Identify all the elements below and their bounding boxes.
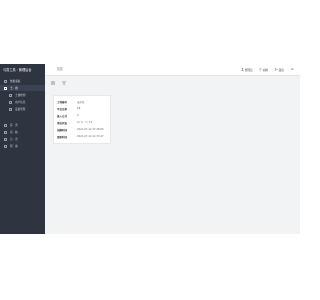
detail-row: 接入方式 0 xyxy=(57,113,79,118)
detail-row: 土地编号 未命名 xyxy=(57,99,85,104)
user-icon xyxy=(9,100,12,104)
sidebar-title: 弓箭工具 · 管理后台 xyxy=(3,68,32,72)
sidebar-item-devices[interactable]: 设备管理 xyxy=(0,106,45,112)
detail-value: 未命名 xyxy=(77,100,85,104)
content-toolbar xyxy=(45,78,300,87)
logout-label: 退出 xyxy=(278,68,284,72)
user-icon xyxy=(241,68,244,71)
sidebar-item-tasks[interactable]: 任 · 务 xyxy=(0,122,45,128)
task-icon xyxy=(4,123,7,127)
sidebar-item-label: 日 · 志 xyxy=(10,138,18,141)
logout-icon xyxy=(275,68,278,71)
detail-row: 更新时间 2021-07-14 11:33:47 xyxy=(57,134,104,139)
switch-button[interactable]: 切换 xyxy=(259,68,268,72)
sidebar-item-system[interactable]: 系 · 统 xyxy=(0,129,45,135)
sidebar-item-users[interactable]: 用户信息 xyxy=(0,99,45,105)
detail-key: 平台名称 xyxy=(57,107,68,111)
sidebar-item-label: 土 · 用 xyxy=(10,87,18,90)
filter-icon[interactable] xyxy=(62,81,66,85)
log-icon xyxy=(4,137,7,141)
detail-key: 接入方式 xyxy=(57,114,68,118)
soil-icon xyxy=(9,93,12,97)
sidebar-item-label: 设备管理 xyxy=(15,108,26,111)
detail-value: 2021-07-14 11:33:47 xyxy=(77,135,104,138)
detail-key: 创建时间 xyxy=(57,128,68,132)
detail-key: 更新时间 xyxy=(57,135,68,139)
sidebar-item-land[interactable]: 土 · 用 xyxy=(0,85,45,91)
user-menu-button[interactable]: 管理员 xyxy=(241,68,253,72)
app-window: 弓箭工具 · 管理后台 数据看板 土 · 用 土壤检测 用户信息 设备管理 任 … xyxy=(0,64,300,234)
detail-key: 地址状态 xyxy=(57,121,68,125)
detail-row: 地址状态 0 / 4 · 7 / 13 xyxy=(57,120,92,125)
user-label: 管理员 xyxy=(244,68,253,72)
sidebar-item-help[interactable]: 帮 · 助 xyxy=(0,143,45,149)
detail-row: 平台名称 1B xyxy=(57,106,80,111)
detail-value: 2021-07-12 17:28:06 xyxy=(77,128,104,131)
top-bar: 首页 管理员 切换 退出 xyxy=(45,64,300,76)
sidebar-item-label: 土壤检测 xyxy=(15,94,26,97)
detail-key: 土地编号 xyxy=(57,100,68,104)
sidebar: 弓箭工具 · 管理后台 数据看板 土 · 用 土壤检测 用户信息 设备管理 任 … xyxy=(0,64,45,234)
grid-icon[interactable] xyxy=(51,81,55,85)
detail-value: 0 xyxy=(77,114,79,117)
sidebar-item-label: 用户信息 xyxy=(15,101,26,104)
sidebar-item-label: 帮 · 助 xyxy=(10,145,18,148)
gear-icon xyxy=(291,67,294,70)
logout-button[interactable]: 退出 xyxy=(275,68,284,72)
detail-value: 0 / 4 · 7 / 13 xyxy=(77,121,93,124)
main-content: 首页 管理员 切换 退出 土地编号 未命名 平台名称 1B 接入方式 0 地址状… xyxy=(45,64,300,234)
detail-card: 土地编号 未命名 平台名称 1B 接入方式 0 地址状态 0 / 4 · 7 /… xyxy=(53,95,111,144)
switch-icon xyxy=(259,68,262,71)
dashboard-icon xyxy=(4,79,7,83)
breadcrumb[interactable]: 首页 xyxy=(57,67,63,71)
sidebar-item-label: 任 · 务 xyxy=(10,124,18,127)
sidebar-item-logs[interactable]: 日 · 志 xyxy=(0,136,45,142)
sidebar-item-soil[interactable]: 土壤检测 xyxy=(0,92,45,98)
detail-row: 创建时间 2021-07-12 17:28:06 xyxy=(57,127,104,132)
sidebar-item-label: 系 · 统 xyxy=(10,131,18,134)
land-icon xyxy=(4,86,7,90)
more-button[interactable] xyxy=(291,67,295,71)
sidebar-item-label: 数据看板 xyxy=(10,80,21,83)
system-icon xyxy=(4,130,7,134)
sidebar-item-dashboard[interactable]: 数据看板 xyxy=(0,78,45,84)
help-icon xyxy=(4,144,7,148)
switch-label: 切换 xyxy=(262,68,268,72)
device-icon xyxy=(9,107,12,111)
detail-value: 1B xyxy=(77,107,81,110)
